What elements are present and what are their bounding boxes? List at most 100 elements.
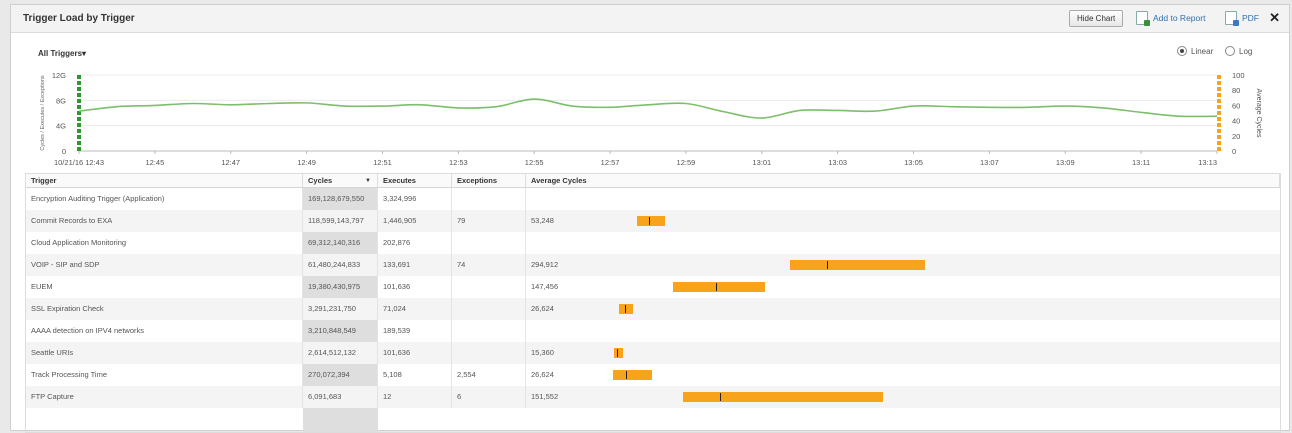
- avg-cycles-range-bar: [672, 282, 766, 292]
- column-header-label: Exceptions: [457, 176, 498, 185]
- add-report-icon[interactable]: [1136, 11, 1150, 26]
- avg-cycles-range-bar: [682, 392, 883, 402]
- avg-cycles-range-bar: [614, 348, 623, 358]
- cell-trigger: SSL Expiration Check: [26, 298, 303, 320]
- cell-trigger: Track Processing Time: [26, 364, 303, 386]
- avg-cycles-range-bar: [612, 370, 653, 380]
- cell-executes: 5,108: [378, 364, 452, 386]
- scale-log-radio[interactable]: Log: [1225, 46, 1252, 56]
- cell-avg: 151,552: [531, 392, 559, 401]
- scale-linear-radio[interactable]: Linear: [1177, 46, 1213, 56]
- x-tick-label: 13:01: [752, 158, 771, 167]
- close-icon[interactable]: ✕: [1269, 10, 1280, 26]
- cell-avg: [526, 320, 586, 342]
- cell-cycles: 69,312,140,316: [303, 232, 378, 254]
- column-header-avg[interactable]: Average Cycles: [526, 174, 1280, 188]
- y-right-tick-label: 60: [1232, 101, 1240, 110]
- trigger-table: Trigger Cycles ▼ Executes Exceptions Average …: [25, 173, 1281, 433]
- table-row[interactable]: EUEM 19,380,430,975 101,636 147,456: [26, 276, 1280, 298]
- avg-cycles-range-bar: [619, 304, 633, 314]
- cell-trigger: EUEM: [26, 276, 303, 298]
- x-tick-label: 13:05: [904, 158, 923, 167]
- table-row[interactable]: Cloud Application Monitoring 69,312,140,3…: [26, 232, 1280, 254]
- table-row[interactable]: Track Processing Time 270,072,394 5,108 2,5…: [26, 364, 1280, 386]
- column-header-trigger[interactable]: Trigger: [26, 174, 303, 188]
- cell-executes: 189,539: [378, 320, 452, 342]
- cell-avg: 15,360: [531, 348, 554, 357]
- cell-executes: 202,876: [378, 232, 452, 254]
- column-header-label: Average Cycles: [531, 176, 587, 185]
- y-left-tick-label: 8G: [56, 96, 66, 105]
- cell-avg: 147,456: [531, 282, 559, 291]
- cell-exceptions: [452, 342, 526, 364]
- cell-avg: 53,248: [531, 216, 554, 225]
- y-right-tick-label: 40: [1232, 117, 1240, 126]
- cell-trigger: FTP Capture: [26, 386, 303, 408]
- cell-exceptions: [452, 232, 526, 254]
- cell-trigger: Cloud Application Monitoring: [26, 232, 303, 254]
- x-tick-label: 12:53: [449, 158, 468, 167]
- cell-avg: 26,624: [531, 304, 554, 313]
- y-right-tick-label: 20: [1232, 132, 1240, 141]
- x-tick-label: 12:59: [677, 158, 696, 167]
- table-row[interactable]: VOIP - SIP and SDP 61,480,244,833 133,691 7…: [26, 254, 1280, 276]
- cell-executes: 3,324,996: [378, 188, 452, 210]
- cell-exceptions: [452, 320, 526, 342]
- cell-executes: 101,636: [378, 342, 452, 364]
- column-header-executes[interactable]: Executes: [378, 174, 452, 188]
- x-tick-label: 12:55: [525, 158, 544, 167]
- x-tick-label: 13:13: [1198, 158, 1217, 167]
- table-row[interactable]: Encryption Auditing Trigger (Application…: [26, 188, 1280, 210]
- cell-executes: 71,024: [378, 298, 452, 320]
- panel-title: Trigger Load by Trigger: [23, 13, 135, 24]
- table-row[interactable]: Seattle URIs 2,614,512,132 101,636 15,360: [26, 342, 1280, 364]
- avg-value-marker: [719, 393, 721, 401]
- cell-trigger: Seattle URIs: [26, 342, 303, 364]
- x-tick-label: 13:07: [980, 158, 999, 167]
- scale-linear-label: Linear: [1191, 47, 1214, 56]
- avg-value-marker: [715, 283, 717, 291]
- add-to-report-link[interactable]: Add to Report: [1153, 13, 1205, 23]
- cell-cycles: 3,210,848,549: [303, 320, 378, 342]
- y-left-tick-label: 12G: [52, 71, 66, 80]
- x-tick-label: 13:11: [1132, 158, 1150, 167]
- column-header-cycles[interactable]: Cycles ▼: [303, 174, 378, 188]
- x-tick-label: 12:45: [145, 158, 164, 167]
- table-row[interactable]: FTP Capture 6,091,683 12 6 151,552: [26, 386, 1280, 408]
- table-row[interactable]: AAAA detection on IPV4 networks 3,210,848…: [26, 320, 1280, 342]
- column-header-exceptions[interactable]: Exceptions: [452, 174, 526, 188]
- avg-value-marker: [626, 371, 628, 379]
- cell-exceptions: 6: [452, 386, 526, 408]
- table-row[interactable]: Commit Records to EXA 118,599,143,797 1,44…: [26, 210, 1280, 232]
- cell-executes: 1,446,905: [378, 210, 452, 232]
- x-tick-label: 13:03: [828, 158, 847, 167]
- cell-cycles: 61,480,244,833: [303, 254, 378, 276]
- cell-executes: 12: [378, 386, 452, 408]
- column-header-label: Executes: [383, 176, 416, 185]
- cell-exceptions: 2,554: [452, 364, 526, 386]
- cell-executes: 101,636: [378, 276, 452, 298]
- cell-exceptions: 74: [452, 254, 526, 276]
- avg-value-marker: [827, 261, 829, 269]
- y-left-axis-title: Cycles / Executes / Exceptions: [40, 75, 46, 150]
- x-tick-label: 12:47: [221, 158, 240, 167]
- y-right-tick-label: 100: [1232, 71, 1245, 80]
- trigger-load-panel: Trigger Load by Trigger Hide Chart Add t…: [10, 4, 1290, 433]
- table-row[interactable]: SSL Expiration Check 3,291,231,750 71,024 2…: [26, 298, 1280, 320]
- radio-unchecked-icon: [1225, 46, 1235, 56]
- cell-exceptions: [452, 298, 526, 320]
- cell-trigger: AAAA detection on IPV4 networks: [26, 320, 303, 342]
- cell-avg: [526, 188, 586, 210]
- y-right-axis-title: Average Cycles: [1255, 89, 1262, 138]
- hide-chart-button[interactable]: Hide Chart: [1069, 10, 1124, 27]
- series-line: [78, 98, 1218, 119]
- cell-avg: 26,624: [531, 370, 554, 379]
- pdf-icon[interactable]: [1225, 11, 1239, 26]
- y-left-tick-label: 4G: [56, 122, 66, 131]
- column-header-label: Cycles: [308, 176, 333, 185]
- avg-cycles-range-bar: [790, 260, 926, 270]
- cell-executes: 133,691: [378, 254, 452, 276]
- chart-series-selector[interactable]: All Triggers▾: [38, 49, 86, 58]
- pdf-link[interactable]: PDF: [1242, 13, 1259, 23]
- x-tick-label: 13:09: [1056, 158, 1075, 167]
